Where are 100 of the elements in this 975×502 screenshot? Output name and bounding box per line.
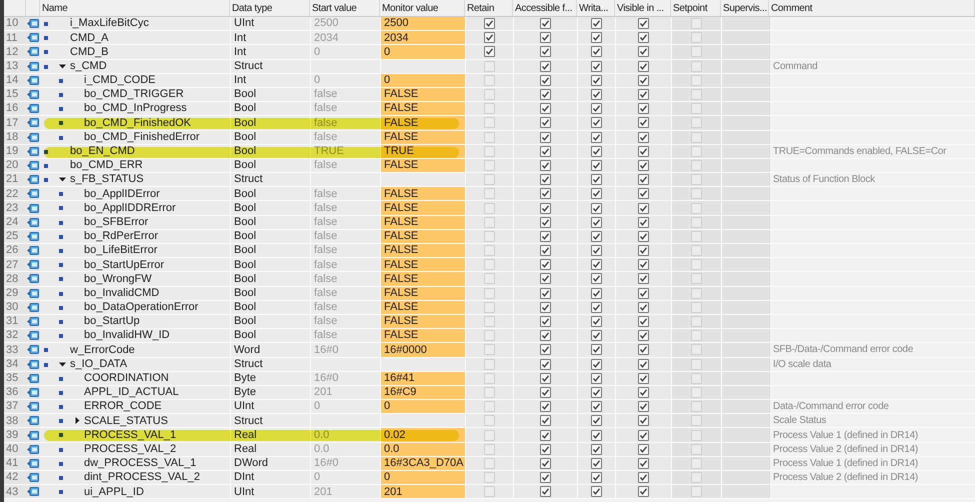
checkbox[interactable] <box>591 202 602 214</box>
checkbox[interactable] <box>638 472 649 484</box>
checkbox[interactable] <box>591 344 602 356</box>
checkbox[interactable] <box>638 174 649 186</box>
checkbox[interactable] <box>540 259 551 270</box>
checkbox[interactable] <box>540 288 551 299</box>
column-header[interactable]: Accessible f... <box>513 0 577 16</box>
checkbox[interactable] <box>540 89 551 100</box>
checkbox[interactable] <box>638 444 649 455</box>
checkbox[interactable] <box>638 202 649 214</box>
checkbox[interactable] <box>540 230 551 242</box>
column-header[interactable]: Retain <box>465 0 513 16</box>
checkbox[interactable] <box>591 458 602 469</box>
checkbox[interactable] <box>638 273 649 284</box>
checkbox[interactable] <box>638 344 649 356</box>
checkbox[interactable] <box>591 486 602 498</box>
checkbox[interactable] <box>638 117 649 128</box>
checkbox[interactable] <box>591 188 602 200</box>
collapse-triangle-icon[interactable] <box>59 176 66 184</box>
checkbox[interactable] <box>638 32 649 44</box>
checkbox[interactable] <box>591 386 602 398</box>
checkbox[interactable] <box>540 245 551 256</box>
checkbox[interactable] <box>591 103 602 114</box>
checkbox[interactable] <box>540 117 551 128</box>
checkbox[interactable] <box>540 302 551 313</box>
checkbox[interactable] <box>638 245 649 256</box>
checkbox[interactable] <box>591 259 602 270</box>
checkbox[interactable] <box>540 344 551 356</box>
checkbox[interactable] <box>591 358 602 370</box>
checkbox[interactable] <box>591 60 602 72</box>
checkbox[interactable] <box>540 132 551 143</box>
checkbox[interactable] <box>638 188 649 200</box>
checkbox[interactable] <box>540 415 551 426</box>
checkbox[interactable] <box>591 230 602 242</box>
checkbox[interactable] <box>591 74 602 86</box>
checkbox[interactable] <box>540 74 551 86</box>
checkbox[interactable] <box>591 174 602 186</box>
checkbox[interactable] <box>540 316 551 328</box>
checkbox[interactable] <box>540 60 551 72</box>
checkbox[interactable] <box>484 46 495 58</box>
checkbox[interactable] <box>591 132 602 143</box>
column-header[interactable]: Writa... <box>577 0 615 16</box>
column-header[interactable]: Data type <box>230 0 310 16</box>
checkbox[interactable] <box>638 358 649 370</box>
checkbox[interactable] <box>638 316 649 328</box>
checkbox[interactable] <box>638 89 649 100</box>
checkbox[interactable] <box>591 288 602 299</box>
checkbox[interactable] <box>540 174 551 186</box>
checkbox[interactable] <box>591 444 602 455</box>
checkbox[interactable] <box>638 146 649 157</box>
checkbox[interactable] <box>638 458 649 469</box>
column-header[interactable]: Comment <box>769 0 975 16</box>
checkbox[interactable] <box>638 216 649 228</box>
checkbox[interactable] <box>638 401 649 412</box>
checkbox[interactable] <box>591 46 602 58</box>
checkbox[interactable] <box>540 401 551 412</box>
checkbox[interactable] <box>540 486 551 498</box>
checkbox[interactable] <box>540 330 551 342</box>
checkbox[interactable] <box>540 18 551 30</box>
checkbox[interactable] <box>540 273 551 284</box>
checkbox[interactable] <box>638 46 649 58</box>
checkbox[interactable] <box>484 32 495 44</box>
checkbox[interactable] <box>540 160 551 171</box>
checkbox[interactable] <box>638 74 649 86</box>
checkbox[interactable] <box>591 430 602 441</box>
checkbox[interactable] <box>638 18 649 30</box>
column-header[interactable]: Setpoint <box>671 0 721 16</box>
checkbox[interactable] <box>540 472 551 484</box>
column-header[interactable]: Start value <box>310 0 380 16</box>
checkbox[interactable] <box>484 18 495 30</box>
checkbox[interactable] <box>638 288 649 299</box>
checkbox[interactable] <box>591 216 602 228</box>
expand-triangle-icon[interactable] <box>74 417 81 424</box>
collapse-triangle-icon[interactable] <box>59 360 66 368</box>
checkbox[interactable] <box>591 160 602 171</box>
checkbox[interactable] <box>540 202 551 214</box>
checkbox[interactable] <box>540 46 551 58</box>
checkbox[interactable] <box>591 415 602 426</box>
checkbox[interactable] <box>591 330 602 342</box>
checkbox[interactable] <box>591 401 602 412</box>
checkbox[interactable] <box>540 430 551 441</box>
checkbox[interactable] <box>638 103 649 114</box>
checkbox[interactable] <box>638 60 649 72</box>
checkbox[interactable] <box>591 273 602 284</box>
collapse-triangle-icon[interactable] <box>59 62 66 70</box>
checkbox[interactable] <box>638 386 649 398</box>
checkbox[interactable] <box>591 245 602 256</box>
checkbox[interactable] <box>591 32 602 44</box>
checkbox[interactable] <box>540 32 551 44</box>
checkbox[interactable] <box>540 188 551 200</box>
checkbox[interactable] <box>638 372 649 384</box>
checkbox[interactable] <box>638 132 649 143</box>
checkbox[interactable] <box>591 89 602 100</box>
checkbox[interactable] <box>540 458 551 469</box>
checkbox[interactable] <box>638 415 649 426</box>
checkbox[interactable] <box>591 146 602 157</box>
column-header[interactable]: Supervis... <box>721 0 769 16</box>
checkbox[interactable] <box>540 216 551 228</box>
column-header[interactable]: Visible in ... <box>615 0 671 16</box>
checkbox[interactable] <box>591 316 602 328</box>
